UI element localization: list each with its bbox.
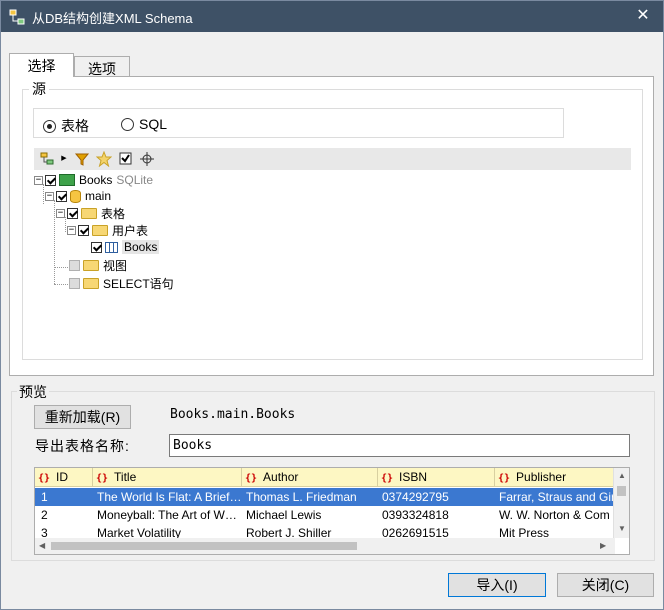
scroll-thumb[interactable] <box>617 486 626 496</box>
db-schema-icon <box>9 9 25 25</box>
import-button[interactable]: 导入(I) <box>448 573 546 597</box>
tree-node-user-tables[interactable]: − 用户表 <box>67 222 148 238</box>
table-row[interactable]: 2 Moneyball: The Art of W… Michael Lewis… <box>35 506 615 524</box>
title-bar: 从DB结构创建XML Schema ✕ <box>1 1 663 32</box>
tree-node-select-statements[interactable]: SELECT语句 <box>69 275 174 291</box>
collapse-icon[interactable]: − <box>56 208 65 218</box>
element-icon: {} <box>498 473 511 484</box>
arrow-right-icon[interactable]: ▶ <box>56 151 72 167</box>
table-path: Books.main.Books <box>170 407 296 422</box>
tree-node-books-table[interactable]: Books <box>91 239 160 255</box>
node-checkbox[interactable] <box>78 224 89 236</box>
tree-node-label: SELECT语句 <box>103 276 174 291</box>
folder-icon <box>81 207 97 219</box>
tree-node-label: main <box>85 189 112 203</box>
preview-group-label: 预览 <box>17 382 49 402</box>
export-table-name-label: 导出表格名称: <box>35 438 130 454</box>
sqlite-icon <box>59 174 75 186</box>
db-tree: − Books SQLite − main − 表格 − 用户表 Books 视… <box>34 172 631 292</box>
source-group-label: 源 <box>29 79 49 99</box>
close-button[interactable]: 关闭(C) <box>557 573 654 597</box>
scroll-down-icon[interactable]: ▼ <box>618 524 626 533</box>
tree-node-label: Books <box>79 173 113 187</box>
scroll-left-icon[interactable]: ◀ <box>39 541 45 550</box>
window-title: 从DB结构创建XML Schema <box>32 11 193 26</box>
tree-node-root[interactable]: − Books SQLite <box>34 172 153 188</box>
node-checkbox[interactable] <box>67 207 78 219</box>
scroll-up-icon[interactable]: ▲ <box>618 471 626 480</box>
collapse-icon[interactable]: − <box>34 175 43 185</box>
vertical-scrollbar[interactable]: ▲ ▼ <box>613 468 629 538</box>
column-header-publisher[interactable]: {} Publisher <box>495 468 615 487</box>
tree-node-label: 用户表 <box>112 223 149 238</box>
node-checkbox[interactable] <box>56 190 67 202</box>
tree-node-views[interactable]: 视图 <box>69 257 127 273</box>
tree-node-sublabel: SQLite <box>116 173 154 187</box>
column-header-isbn[interactable]: {} ISBN <box>378 468 495 487</box>
radio-dot[interactable] <box>121 117 134 131</box>
column-header-author[interactable]: {} Author <box>242 468 378 487</box>
preview-grid: {} ID {} Title {} Author {} ISBN {} Publisher… <box>34 467 630 555</box>
grid-header: {} ID {} Title {} Author {} ISBN {} Publisher <box>35 468 615 487</box>
database-icon <box>70 189 81 203</box>
scroll-right-icon[interactable]: ▶ <box>600 541 606 550</box>
dialog-window: 从DB结构创建XML Schema ✕ 选择 选项 源 表格 SQL ▶ − B… <box>0 0 664 610</box>
column-header-id[interactable]: {} ID <box>35 468 93 487</box>
node-checkbox[interactable] <box>45 174 56 186</box>
tab-options[interactable]: 选项 <box>74 56 130 77</box>
filter-icon[interactable] <box>74 151 90 167</box>
tab-select[interactable]: 选择 <box>9 53 74 77</box>
add-node-icon[interactable] <box>40 151 56 167</box>
tree-node-label: Books <box>122 240 160 254</box>
radio-sql[interactable]: SQL <box>121 116 167 132</box>
element-icon: {} <box>245 473 258 484</box>
element-icon: {} <box>381 473 394 484</box>
tree-node-label: 视图 <box>103 258 128 273</box>
source-type-selector: 表格 SQL <box>33 108 564 138</box>
element-icon: {} <box>96 473 109 484</box>
node-checkbox[interactable] <box>69 259 80 271</box>
table-row[interactable]: 3 Market Volatility Robert J. Shiller 02… <box>35 524 615 538</box>
horizontal-scrollbar[interactable]: ◀ ▶ <box>35 538 615 554</box>
scroll-thumb[interactable] <box>51 542 357 550</box>
checkbox-icon[interactable] <box>118 151 134 167</box>
folder-icon <box>83 259 99 271</box>
column-header-title[interactable]: {} Title <box>93 468 242 487</box>
tree-toolbar: ▶ <box>34 148 631 170</box>
close-icon[interactable]: ✕ <box>629 4 657 28</box>
locate-icon[interactable] <box>139 151 155 167</box>
table-icon <box>105 241 118 253</box>
folder-icon <box>92 224 108 236</box>
node-checkbox[interactable] <box>69 277 80 289</box>
favorite-star-icon[interactable] <box>96 151 112 167</box>
radio-tables[interactable]: 表格 <box>43 116 89 136</box>
node-checkbox[interactable] <box>91 241 102 253</box>
tree-node-label: 表格 <box>101 206 126 221</box>
export-table-name-input[interactable]: Books <box>169 434 630 457</box>
tree-node-schema[interactable]: − main <box>45 188 111 204</box>
folder-icon <box>83 277 99 289</box>
collapse-icon[interactable]: − <box>67 225 76 235</box>
element-icon: {} <box>38 473 51 484</box>
radio-tables-label: 表格 <box>61 118 89 134</box>
tree-node-tables-folder[interactable]: − 表格 <box>56 205 125 221</box>
radio-dot[interactable] <box>43 119 56 133</box>
collapse-icon[interactable]: − <box>45 191 54 201</box>
table-row[interactable]: 1 The World Is Flat: A Brief… Thomas L. … <box>35 488 615 506</box>
radio-sql-label: SQL <box>139 116 168 132</box>
reload-button[interactable]: 重新加载(R) <box>34 405 131 429</box>
